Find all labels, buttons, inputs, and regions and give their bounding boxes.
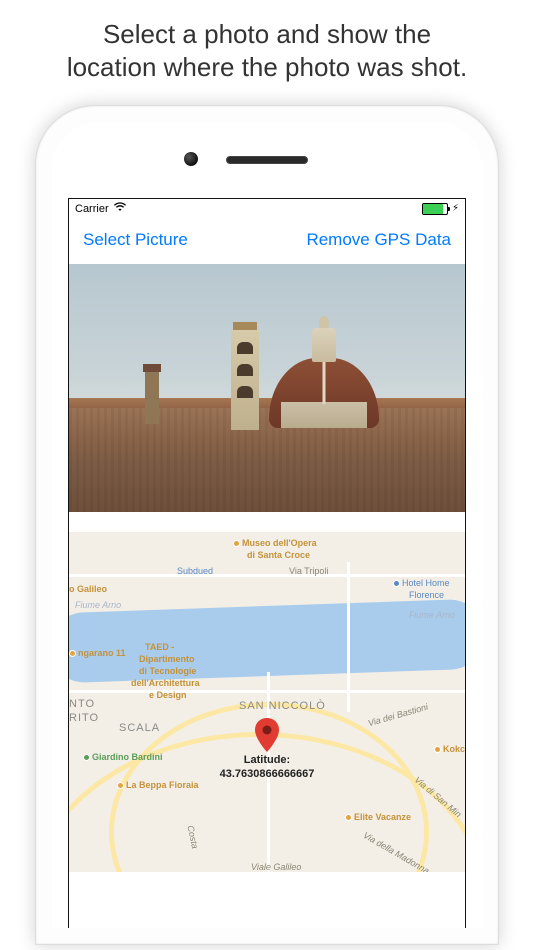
- map-district-scala: SCALA: [119, 722, 160, 734]
- photo-preview[interactable]: [69, 264, 465, 512]
- map-poi-koko: Kokc: [434, 744, 465, 754]
- map-poi-taed2: Dipartimento: [139, 654, 195, 664]
- wifi-icon: [113, 202, 127, 215]
- pin-title: Latitude:: [244, 754, 290, 766]
- status-right: ⚡︎: [422, 203, 459, 215]
- charging-icon: ⚡︎: [452, 203, 459, 214]
- promo-heading: Select a photo and show the location whe…: [0, 0, 534, 105]
- map-label-subdued: Subdued: [177, 566, 213, 576]
- phone-speaker: [226, 156, 308, 164]
- map-poi-bardini: Giardino Bardini: [83, 752, 163, 762]
- status-bar: Carrier ⚡︎: [69, 199, 465, 218]
- map-poi-taed4: dell'Architettura: [131, 678, 200, 688]
- map-poi-elite: Elite Vacanze: [345, 812, 411, 822]
- map-poi-taed3: di Tecnologie: [139, 666, 196, 676]
- map-label-fiume-l: Fiume Arno: [75, 600, 121, 610]
- phone-bezel: Carrier ⚡︎ S: [52, 122, 482, 928]
- river: [69, 598, 465, 683]
- select-picture-button[interactable]: Select Picture: [83, 230, 188, 250]
- toolbar: Select Picture Remove GPS Data: [69, 218, 465, 264]
- map-poi-taed: TAED -: [145, 642, 174, 652]
- map-district-sanniccolo: SAN NICCOLÒ: [239, 700, 326, 712]
- promo-line-1: Select a photo and show the: [20, 18, 514, 51]
- map-poi-museo2: di Santa Croce: [247, 550, 310, 560]
- map-poi-hotel: Hotel Home: [393, 578, 450, 588]
- map-gap: [69, 512, 465, 532]
- pin-value: 43.7630866666667: [220, 768, 315, 780]
- status-left: Carrier: [75, 202, 127, 215]
- map-poi-hotel2: Florence: [409, 590, 444, 600]
- map-poi-beppa: La Beppa Fioraia: [117, 780, 199, 790]
- map-pin-label: Latitude: 43.7630866666667: [220, 754, 315, 782]
- map-poi-taed5: e Design: [149, 690, 187, 700]
- map-label-fiume-r: Fiume Arno: [409, 610, 455, 620]
- promo-line-2: location where the photo was shot.: [20, 51, 514, 84]
- map-road-bastioni: Via dei Bastioni: [367, 702, 429, 729]
- map-poi-galileo: o Galileo: [69, 584, 107, 594]
- phone-frame: Carrier ⚡︎ S: [35, 105, 499, 945]
- map-pin-icon[interactable]: [254, 718, 280, 754]
- map-poi-museo: Museo dell'Opera: [233, 538, 317, 548]
- map-road-vgalileo: Viale Galileo: [251, 862, 301, 872]
- battery-icon: [422, 203, 448, 215]
- map-district-nto: NTO: [69, 698, 95, 710]
- carrier-label: Carrier: [75, 203, 109, 215]
- remove-gps-button[interactable]: Remove GPS Data: [306, 230, 451, 250]
- map-poi-ngarano: ngarano 11: [69, 648, 126, 658]
- phone-screen: Carrier ⚡︎ S: [68, 198, 466, 928]
- map-label-tripoli: Via Tripoli: [289, 566, 328, 576]
- map-view[interactable]: Museo dell'Opera di Santa Croce Subdued …: [69, 532, 465, 872]
- map-district-rito: RITO: [69, 712, 99, 724]
- phone-camera: [184, 152, 198, 166]
